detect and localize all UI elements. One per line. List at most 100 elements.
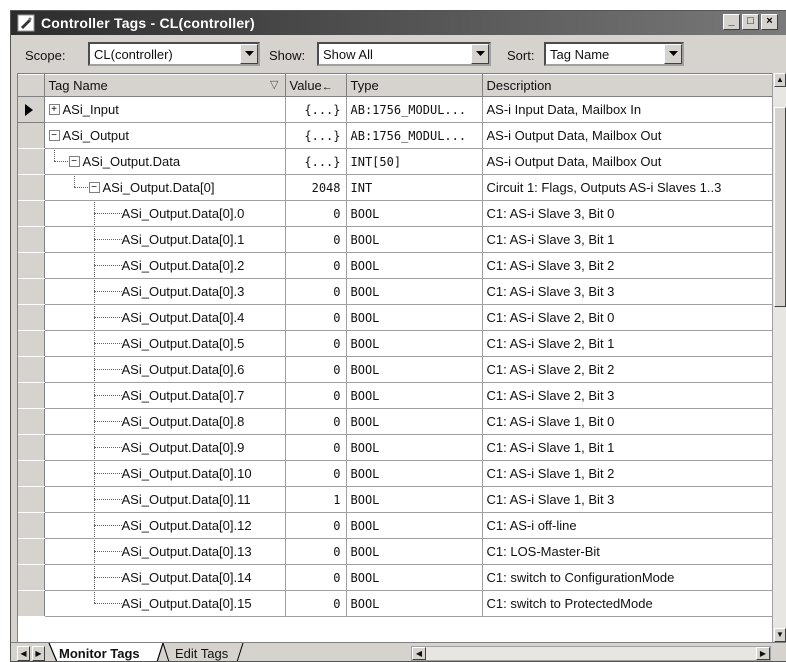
tag-name-cell[interactable]: − ASi_Output.Data[0]: [44, 174, 286, 201]
filter-icon[interactable]: ▽: [270, 78, 278, 91]
row-selector[interactable]: [18, 408, 45, 435]
table-row[interactable]: ASi_Output.Data[0].3 0 BOOL C1: AS-i Slave …: [18, 278, 775, 305]
tag-description-cell[interactable]: C1: AS-i Slave 1, Bit 1: [482, 434, 775, 461]
tag-value-cell[interactable]: 0: [285, 460, 347, 487]
expand-icon[interactable]: +: [48, 104, 60, 115]
tag-value-cell[interactable]: 0: [285, 512, 347, 539]
tag-value-cell[interactable]: 0: [285, 278, 347, 305]
row-selector[interactable]: [18, 122, 45, 149]
column-header-value[interactable]: Value←: [285, 74, 347, 97]
tag-description-cell[interactable]: C1: AS-i Slave 2, Bit 3: [482, 382, 775, 409]
row-selector[interactable]: [18, 382, 45, 409]
tag-value-cell[interactable]: 0: [285, 356, 347, 383]
table-row[interactable]: ASi_Output.Data[0].11 1 BOOL C1: AS-i Slave…: [18, 486, 775, 513]
column-header-tag-name[interactable]: Tag Name ▽: [44, 74, 286, 97]
scroll-right-icon[interactable]: ▶: [756, 647, 770, 660]
chevron-down-icon[interactable]: [471, 44, 489, 64]
tag-name-cell[interactable]: ASi_Output.Data[0].7: [44, 382, 286, 409]
row-selector[interactable]: [18, 174, 45, 201]
tag-type-cell[interactable]: BOOL: [346, 304, 483, 331]
tag-description-cell[interactable]: C1: switch to ConfigurationMode: [482, 564, 775, 591]
tag-type-cell[interactable]: BOOL: [346, 200, 483, 227]
row-selector[interactable]: [18, 96, 45, 123]
table-row[interactable]: ASi_Output.Data[0].12 0 BOOL C1: AS-i off-l…: [18, 512, 775, 539]
row-selector[interactable]: [18, 148, 45, 175]
tag-type-cell[interactable]: BOOL: [346, 330, 483, 357]
scope-dropdown[interactable]: CL(controller): [88, 42, 260, 66]
collapse-icon[interactable]: −: [88, 182, 100, 193]
table-row[interactable]: − ASi_Output {...} AB:1756_MODUL... AS-i Out…: [18, 122, 775, 149]
table-row[interactable]: ASi_Output.Data[0].6 0 BOOL C1: AS-i Slave …: [18, 356, 775, 383]
tag-name-cell[interactable]: − ASi_Output.Data: [44, 148, 286, 175]
tag-value-cell[interactable]: 0: [285, 590, 347, 617]
tag-value-cell[interactable]: 2048: [285, 174, 347, 201]
table-row[interactable]: ASi_Output.Data[0].13 0 BOOL C1: LOS-Master…: [18, 538, 775, 565]
tag-description-cell[interactable]: C1: AS-i off-line: [482, 512, 775, 539]
tag-description-cell[interactable]: C1: AS-i Slave 1, Bit 0: [482, 408, 775, 435]
tag-name-cell[interactable]: ASi_Output.Data[0].1: [44, 226, 286, 253]
tab-scroll-right-icon[interactable]: ▶: [32, 646, 45, 661]
table-row[interactable]: ASi_Output.Data[0].0 0 BOOL C1: AS-i Slave …: [18, 200, 775, 227]
column-header-type[interactable]: Type: [346, 74, 483, 97]
tag-description-cell[interactable]: C1: AS-i Slave 3, Bit 2: [482, 252, 775, 279]
tag-value-cell[interactable]: 0: [285, 200, 347, 227]
tag-description-cell[interactable]: C1: AS-i Slave 2, Bit 2: [482, 356, 775, 383]
sort-dropdown[interactable]: Tag Name: [544, 42, 684, 66]
tag-description-cell[interactable]: AS-i Input Data, Mailbox In: [482, 96, 775, 123]
row-selector-header[interactable]: [18, 74, 45, 97]
tag-value-cell[interactable]: 0: [285, 434, 347, 461]
tag-name-cell[interactable]: ASi_Output.Data[0].10: [44, 460, 286, 487]
tag-value-cell[interactable]: 0: [285, 382, 347, 409]
table-row[interactable]: ASi_Output.Data[0].5 0 BOOL C1: AS-i Slave …: [18, 330, 775, 357]
tag-value-cell[interactable]: 0: [285, 226, 347, 253]
tag-type-cell[interactable]: BOOL: [346, 356, 483, 383]
tag-value-cell[interactable]: 0: [285, 304, 347, 331]
row-selector[interactable]: [18, 356, 45, 383]
tag-value-cell[interactable]: 0: [285, 564, 347, 591]
chevron-down-icon[interactable]: [240, 44, 258, 64]
table-row[interactable]: − ASi_Output.Data[0] 2048 INT Circuit 1: Fla…: [18, 174, 775, 201]
table-row[interactable]: ASi_Output.Data[0].4 0 BOOL C1: AS-i Slave …: [18, 304, 775, 331]
tag-type-cell[interactable]: AB:1756_MODUL...: [346, 96, 483, 123]
scroll-up-icon[interactable]: ▲: [774, 73, 786, 87]
tag-type-cell[interactable]: BOOL: [346, 564, 483, 591]
row-selector[interactable]: [18, 252, 45, 279]
collapse-icon[interactable]: −: [48, 130, 60, 141]
tag-type-cell[interactable]: AB:1756_MODUL...: [346, 122, 483, 149]
collapse-icon[interactable]: −: [68, 156, 80, 167]
row-selector[interactable]: [18, 278, 45, 305]
vertical-scrollbar[interactable]: ▲ ▼: [772, 73, 786, 642]
tab-monitor-tags[interactable]: Monitor Tags: [59, 643, 140, 661]
tag-type-cell[interactable]: BOOL: [346, 408, 483, 435]
table-row[interactable]: ASi_Output.Data[0].8 0 BOOL C1: AS-i Slave …: [18, 408, 775, 435]
tag-name-cell[interactable]: ASi_Output.Data[0].13: [44, 538, 286, 565]
table-row[interactable]: ASi_Output.Data[0].14 0 BOOL C1: switch to …: [18, 564, 775, 591]
table-row[interactable]: − ASi_Output.Data {...} INT[50] AS-i Output …: [18, 148, 775, 175]
scroll-left-icon[interactable]: ◀: [412, 647, 426, 660]
tag-name-cell[interactable]: + ASi_Input: [44, 96, 286, 123]
horizontal-scrollbar[interactable]: ◀ ▶: [411, 646, 771, 661]
tag-type-cell[interactable]: BOOL: [346, 486, 483, 513]
tag-description-cell[interactable]: C1: switch to ProtectedMode: [482, 590, 775, 617]
tag-value-cell[interactable]: {...}: [285, 96, 347, 123]
tab-scroll-left-icon[interactable]: ◀: [17, 646, 30, 661]
tag-name-cell[interactable]: ASi_Output.Data[0].3: [44, 278, 286, 305]
tag-value-cell[interactable]: 0: [285, 330, 347, 357]
tag-name-cell[interactable]: ASi_Output.Data[0].9: [44, 434, 286, 461]
table-row[interactable]: ASi_Output.Data[0].1 0 BOOL C1: AS-i Slave …: [18, 226, 775, 253]
tag-name-cell[interactable]: ASi_Output.Data[0].5: [44, 330, 286, 357]
tag-description-cell[interactable]: Circuit 1: Flags, Outputs AS-i Slaves 1.…: [482, 174, 775, 201]
tag-type-cell[interactable]: BOOL: [346, 226, 483, 253]
row-selector[interactable]: [18, 304, 45, 331]
tag-description-cell[interactable]: C1: AS-i Slave 3, Bit 0: [482, 200, 775, 227]
tag-value-cell[interactable]: 0: [285, 538, 347, 565]
tag-name-cell[interactable]: ASi_Output.Data[0].2: [44, 252, 286, 279]
tag-value-cell[interactable]: 0: [285, 252, 347, 279]
tag-value-cell[interactable]: 1: [285, 486, 347, 513]
title-bar[interactable]: Controller Tags - CL(controller) _ □ ×: [11, 11, 786, 35]
row-selector[interactable]: [18, 460, 45, 487]
table-row[interactable]: + ASi_Input {...} AB:1756_MODUL... AS-i Inpu…: [18, 96, 775, 123]
scroll-down-icon[interactable]: ▼: [774, 628, 786, 642]
tag-type-cell[interactable]: BOOL: [346, 538, 483, 565]
tag-description-cell[interactable]: C1: AS-i Slave 2, Bit 1: [482, 330, 775, 357]
